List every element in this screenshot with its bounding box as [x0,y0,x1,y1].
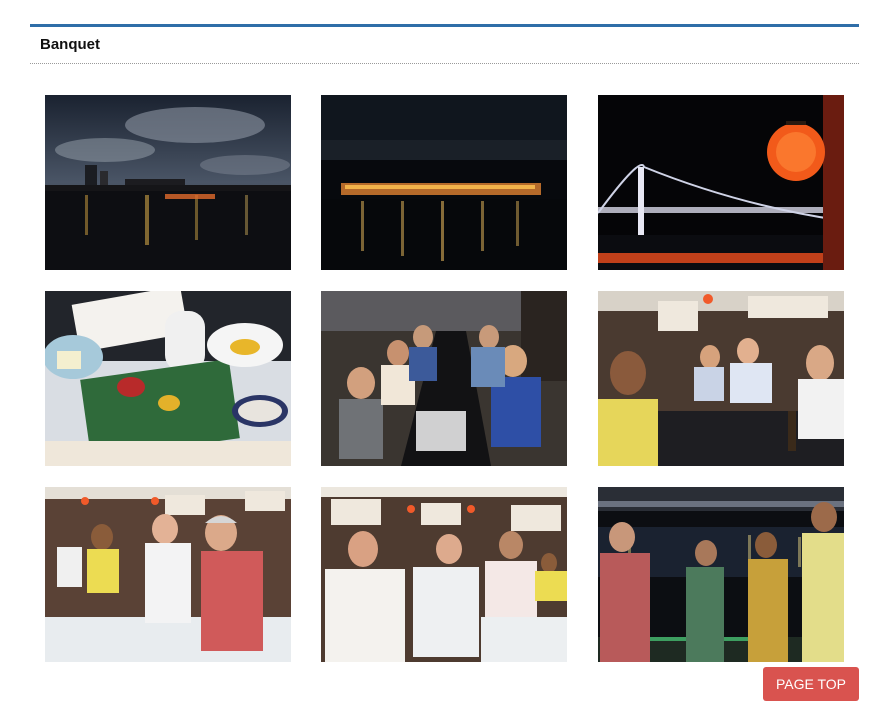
photo-lantern-bridge[interactable] [598,95,844,270]
photo-guests-posing[interactable] [45,487,291,662]
photo-guests-long-table[interactable] [321,291,567,466]
page-top-button[interactable]: PAGE TOP [763,667,859,701]
photo-guests-posing-image [45,487,291,662]
photo-guests-boat-deck[interactable] [598,487,844,662]
photo-dinner-tray[interactable] [45,291,291,466]
photo-guests-long-table-image [321,291,567,466]
photo-guests-seated[interactable] [598,291,844,466]
photo-lantern-bridge-image [598,95,844,270]
photo-guests-banquet-image [321,487,567,662]
section-title: Banquet [30,27,859,64]
photo-guests-banquet[interactable] [321,487,567,662]
photo-illuminated-boat[interactable] [321,95,567,270]
banquet-section: Banquet [30,24,859,64]
photo-night-skyline-image [45,95,291,270]
photo-dinner-tray-image [45,291,291,466]
photo-guests-boat-deck-image [598,487,844,662]
photo-guests-seated-image [598,291,844,466]
photo-illuminated-boat-image [321,95,567,270]
photo-night-skyline[interactable] [45,95,291,270]
